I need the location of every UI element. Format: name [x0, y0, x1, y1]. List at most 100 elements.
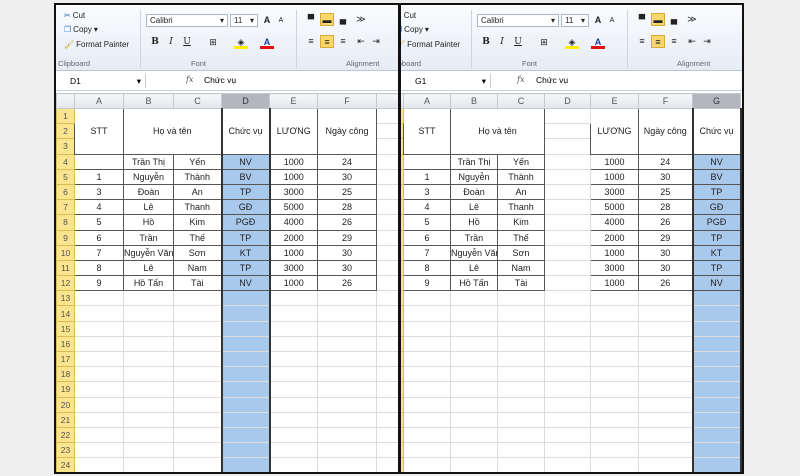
cell[interactable] [220, 290, 271, 307]
cell[interactable] [74, 381, 124, 398]
cell-last[interactable]: Nam [497, 259, 545, 277]
cell[interactable] [123, 426, 174, 444]
cell-salary[interactable]: 3000 [269, 183, 318, 201]
cell-last[interactable]: Sơn [173, 244, 222, 261]
underline-button[interactable]: U [180, 36, 194, 49]
cell-position[interactable]: NV [220, 153, 271, 170]
cell-stt[interactable]: 5 [74, 214, 124, 231]
cell-days[interactable]: 28 [638, 199, 693, 216]
cell[interactable] [376, 335, 398, 353]
row-header[interactable]: 22 [56, 426, 75, 444]
cell-last[interactable]: Nam [173, 259, 222, 277]
cell[interactable] [403, 335, 451, 353]
cell-position[interactable]: KT [220, 244, 271, 261]
align-left-icon[interactable]: ≡ [635, 35, 649, 48]
cell-salary[interactable]: 1000 [269, 244, 318, 261]
cell-first[interactable]: Lê [123, 199, 174, 216]
cell[interactable] [590, 320, 639, 337]
align-right-icon[interactable]: ≡ [667, 35, 681, 48]
cell[interactable] [123, 350, 174, 368]
grow-font-icon[interactable]: A [591, 14, 605, 27]
cell-first[interactable]: Lê [450, 259, 498, 277]
cell[interactable] [691, 457, 742, 472]
cell[interactable] [590, 366, 639, 383]
cell[interactable] [590, 396, 639, 413]
row-header[interactable] [401, 123, 404, 140]
cell[interactable] [74, 457, 124, 472]
cell-first[interactable]: Trần [123, 229, 174, 246]
copy-button[interactable]: ❐Copy▾ [401, 25, 429, 34]
cell[interactable] [220, 335, 271, 353]
cell[interactable] [173, 426, 222, 444]
cell[interactable] [403, 457, 451, 472]
cell[interactable] [544, 396, 591, 413]
cell[interactable] [317, 320, 377, 337]
cell-salary[interactable]: 3000 [590, 183, 639, 201]
column-header[interactable]: C [497, 93, 545, 109]
cell[interactable] [173, 457, 222, 472]
cell[interactable] [74, 411, 124, 428]
cell[interactable] [269, 366, 318, 383]
cell[interactable] [317, 366, 377, 383]
cell[interactable] [403, 290, 451, 307]
cell[interactable] [376, 305, 398, 322]
row-header[interactable]: 5 [56, 168, 75, 185]
cell-salary[interactable]: 5000 [269, 199, 318, 216]
cell[interactable] [544, 153, 591, 170]
formula-input[interactable]: Chức vụ [204, 75, 236, 85]
cell[interactable] [497, 457, 545, 472]
header-position[interactable]: Chức vụ [220, 108, 271, 155]
shrink-font-icon[interactable]: A [605, 14, 619, 27]
align-middle-icon[interactable]: ▬ [651, 13, 665, 26]
cell[interactable] [269, 426, 318, 444]
cell-salary[interactable]: 1000 [269, 153, 318, 170]
cell[interactable] [376, 366, 398, 383]
row-header[interactable]: 11 [56, 259, 75, 277]
cell[interactable] [173, 305, 222, 322]
cell-salary[interactable]: 3000 [590, 259, 639, 277]
name-box[interactable]: G1 ▾ [401, 74, 491, 88]
cell-position[interactable]: BV [220, 168, 271, 185]
cell[interactable] [376, 290, 398, 307]
font-name-select[interactable]: Calibri ▾ [477, 14, 559, 27]
cell[interactable] [173, 350, 222, 368]
cell-position[interactable]: PGĐ [691, 214, 742, 231]
cell[interactable] [220, 411, 271, 428]
cell-stt[interactable]: 8 [74, 259, 124, 277]
cell-last[interactable]: Thành [497, 168, 545, 185]
cell[interactable] [450, 396, 498, 413]
row-header[interactable]: 4 [56, 153, 75, 170]
cell-salary[interactable]: 3000 [269, 259, 318, 277]
cell[interactable] [74, 290, 124, 307]
cell-stt[interactable]: 1 [403, 168, 451, 185]
cell-salary[interactable]: 1000 [590, 153, 639, 170]
cell[interactable] [590, 335, 639, 353]
cell[interactable] [403, 396, 451, 413]
cell[interactable] [269, 335, 318, 353]
cell[interactable] [544, 229, 591, 246]
cell[interactable] [403, 366, 451, 383]
cell-first[interactable]: Trần Thị [123, 153, 174, 170]
cell-first[interactable]: Hồ Tấn [450, 275, 498, 292]
cell[interactable] [590, 290, 639, 307]
cell[interactable] [269, 350, 318, 368]
cell-days[interactable]: 26 [317, 214, 377, 231]
row-header[interactable]: 20 [56, 396, 75, 413]
cell-first[interactable]: Hồ [450, 214, 498, 231]
cell[interactable] [317, 457, 377, 472]
column-header[interactable] [376, 93, 398, 109]
row-header[interactable]: 23 [56, 442, 75, 459]
cell[interactable] [497, 290, 545, 307]
cell[interactable] [376, 168, 398, 185]
row-header[interactable]: 21 [56, 411, 75, 428]
cell-last[interactable]: Thành [173, 168, 222, 185]
cell[interactable] [691, 396, 742, 413]
cell-days[interactable]: 24 [638, 153, 693, 170]
cell[interactable] [691, 350, 742, 368]
cell-first[interactable]: Đoàn [450, 183, 498, 201]
cell[interactable] [173, 335, 222, 353]
row-header[interactable]: 10 [56, 244, 75, 261]
cell[interactable] [220, 442, 271, 459]
cell[interactable] [450, 366, 498, 383]
cell-days[interactable]: 26 [638, 275, 693, 292]
